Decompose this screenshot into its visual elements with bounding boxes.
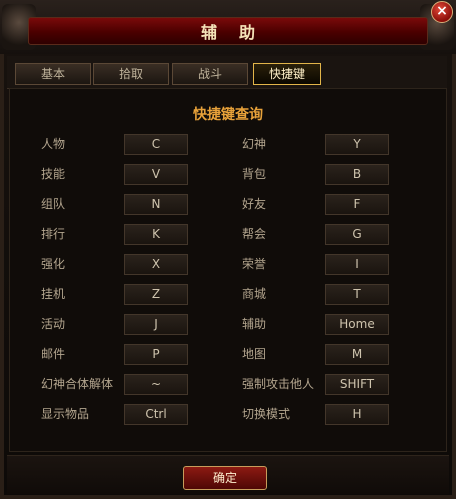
shortcut-key-box[interactable]: Ctrl — [124, 404, 188, 425]
shortcut-label: 辅助 — [242, 317, 267, 331]
shortcut-key-box[interactable]: Y — [325, 134, 389, 155]
tab-pickup[interactable]: 拾取 — [93, 63, 169, 85]
shortcut-key-box[interactable]: I — [325, 254, 389, 275]
shortcut-key-box[interactable]: SHIFT — [325, 374, 389, 395]
shortcut-key-box[interactable]: P — [124, 344, 188, 365]
shortcut-key-box[interactable]: K — [124, 224, 188, 245]
shortcut-key-box[interactable]: ~ — [124, 374, 188, 395]
shortcut-label: 人物 — [41, 137, 66, 151]
shortcut-key-box[interactable]: X — [124, 254, 188, 275]
shortcut-label: 切换模式 — [242, 407, 291, 421]
shortcut-label: 地图 — [242, 347, 267, 361]
shortcut-label: 强制攻击他人 — [242, 377, 315, 391]
close-button[interactable]: × — [431, 1, 453, 23]
shortcut-label: 幻神合体解体 — [41, 377, 114, 391]
shortcut-key-box[interactable]: G — [325, 224, 389, 245]
shortcut-label: 挂机 — [41, 287, 66, 301]
tab-basic[interactable]: 基本 — [15, 63, 91, 85]
confirm-button[interactable]: 确定 — [183, 466, 267, 490]
shortcut-key-box[interactable]: J — [124, 314, 188, 335]
shortcut-key-box[interactable]: T — [325, 284, 389, 305]
section-title: 快捷键查询 — [193, 107, 263, 123]
shortcut-label: 幻神 — [242, 137, 267, 151]
tab-shortcuts[interactable]: 快捷键 — [253, 63, 321, 85]
shortcut-key-box[interactable]: H — [325, 404, 389, 425]
tab-combat[interactable]: 战斗 — [172, 63, 248, 85]
shortcut-label: 组队 — [41, 197, 66, 211]
shortcut-key-box[interactable]: N — [124, 194, 188, 215]
shortcut-label: 商城 — [242, 287, 267, 301]
shortcut-key-box[interactable]: Home — [325, 314, 389, 335]
shortcut-key-box[interactable]: B — [325, 164, 389, 185]
shortcut-label: 显示物品 — [41, 407, 90, 421]
dialog-title: 辅助 — [200, 23, 277, 42]
shortcut-key-box[interactable]: C — [124, 134, 188, 155]
shortcut-label: 帮会 — [242, 227, 267, 241]
shortcut-label: 荣誉 — [242, 257, 267, 271]
shortcut-label: 好友 — [242, 197, 267, 211]
shortcut-key-box[interactable]: M — [325, 344, 389, 365]
shortcut-key-box[interactable]: V — [124, 164, 188, 185]
shortcut-label: 技能 — [41, 167, 66, 181]
shortcut-key-box[interactable]: F — [325, 194, 389, 215]
shortcut-label: 活动 — [41, 317, 66, 331]
shortcut-label: 邮件 — [41, 347, 66, 361]
shortcut-label: 强化 — [41, 257, 66, 271]
shortcut-label: 背包 — [242, 167, 267, 181]
shortcut-key-box[interactable]: Z — [124, 284, 188, 305]
shortcut-label: 排行 — [41, 227, 66, 241]
